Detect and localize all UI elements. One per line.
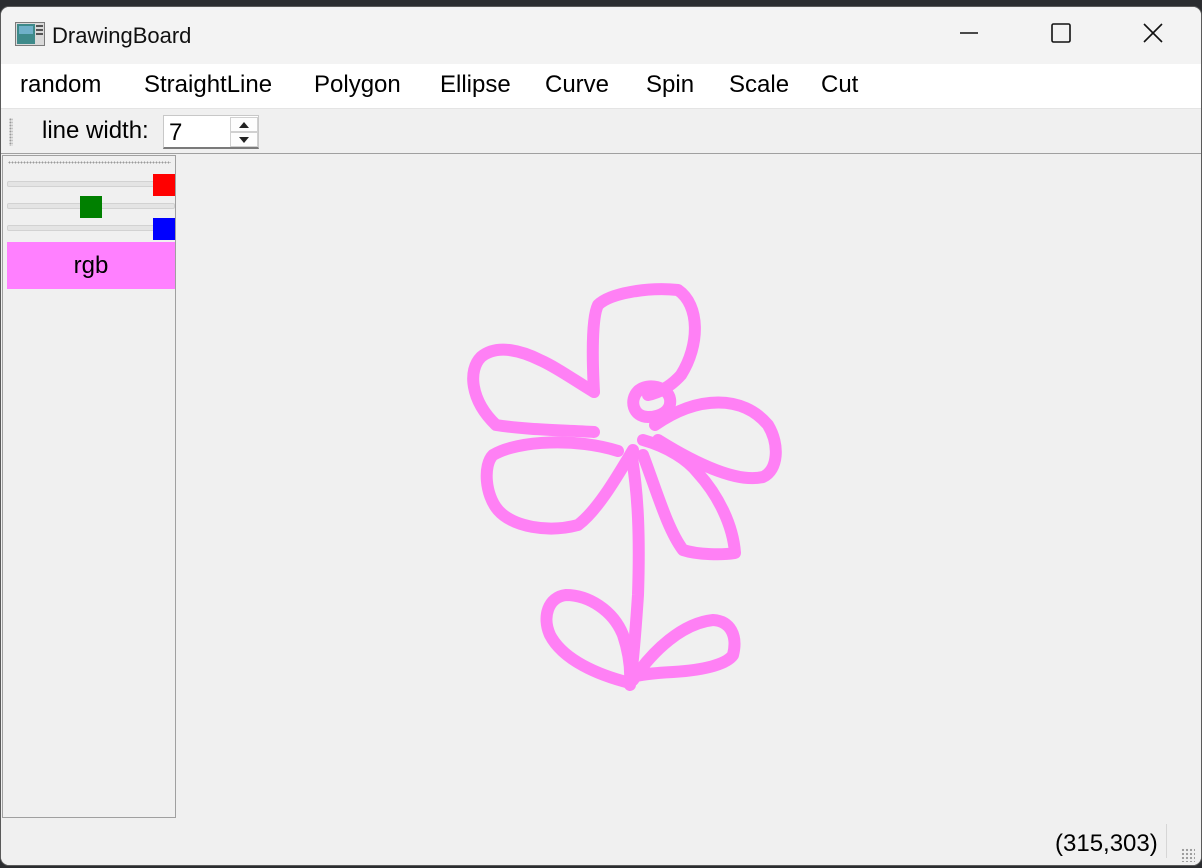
rgb-color-button[interactable]: rgb xyxy=(7,242,175,289)
line-width-label: line width: xyxy=(42,117,149,144)
chevron-down-icon xyxy=(239,136,249,143)
maximize-icon xyxy=(1050,22,1072,49)
drawing-canvas[interactable] xyxy=(178,155,1201,818)
blue-slider[interactable] xyxy=(7,225,175,231)
toolbar: line width: 7 xyxy=(1,109,1201,154)
left-leaf-stroke xyxy=(540,589,637,689)
minimize-icon xyxy=(959,23,979,48)
red-slider-handle[interactable] xyxy=(153,174,175,196)
app-window: DrawingBoard random StraightLine Polygon… xyxy=(1,7,1201,865)
menu-straightline[interactable]: StraightLine xyxy=(142,64,274,108)
lower-left-petal-stroke xyxy=(480,436,639,535)
close-button[interactable] xyxy=(1107,7,1199,64)
menu-curve[interactable]: Curve xyxy=(543,64,611,108)
upper-left-petal-stroke xyxy=(467,343,600,438)
window-title: DrawingBoard xyxy=(52,23,192,48)
blue-slider-handle[interactable] xyxy=(153,218,175,240)
flower-drawing xyxy=(467,283,782,691)
line-width-value[interactable]: 7 xyxy=(169,119,182,147)
title-bar[interactable]: DrawingBoard xyxy=(1,7,1201,64)
red-slider[interactable] xyxy=(7,181,175,187)
menu-ellipse[interactable]: Ellipse xyxy=(438,64,513,108)
dock-grip[interactable] xyxy=(8,161,171,164)
status-separator xyxy=(1166,824,1167,858)
top-petal-stroke xyxy=(586,283,701,401)
maximize-button[interactable] xyxy=(1015,7,1107,64)
toolbar-grip[interactable] xyxy=(9,118,13,146)
menu-bar: random StraightLine Polygon Ellipse Curv… xyxy=(1,64,1201,109)
lower-right-petal-stroke xyxy=(637,434,741,561)
minimize-button[interactable] xyxy=(923,7,1015,64)
menu-polygon[interactable]: Polygon xyxy=(312,64,403,108)
right-petal-stroke xyxy=(649,396,782,485)
status-bar: (315,303) xyxy=(1,818,1201,865)
line-width-spinbox[interactable]: 7 xyxy=(163,115,259,149)
right-leaf-stroke xyxy=(627,614,741,686)
spin-up-button[interactable] xyxy=(230,117,258,132)
resize-grip-icon[interactable] xyxy=(1181,848,1195,862)
spin-down-button[interactable] xyxy=(230,132,258,147)
menu-random[interactable]: random xyxy=(18,64,103,108)
green-slider-handle[interactable] xyxy=(80,196,102,218)
menu-cut[interactable]: Cut xyxy=(819,64,860,108)
color-dock: rgb xyxy=(2,155,176,818)
close-icon xyxy=(1142,22,1164,49)
cursor-coordinates: (315,303) xyxy=(1055,830,1158,857)
menu-scale[interactable]: Scale xyxy=(727,64,791,108)
app-window-icon xyxy=(15,22,45,46)
menu-spin[interactable]: Spin xyxy=(644,64,696,108)
chevron-up-icon xyxy=(239,121,249,128)
